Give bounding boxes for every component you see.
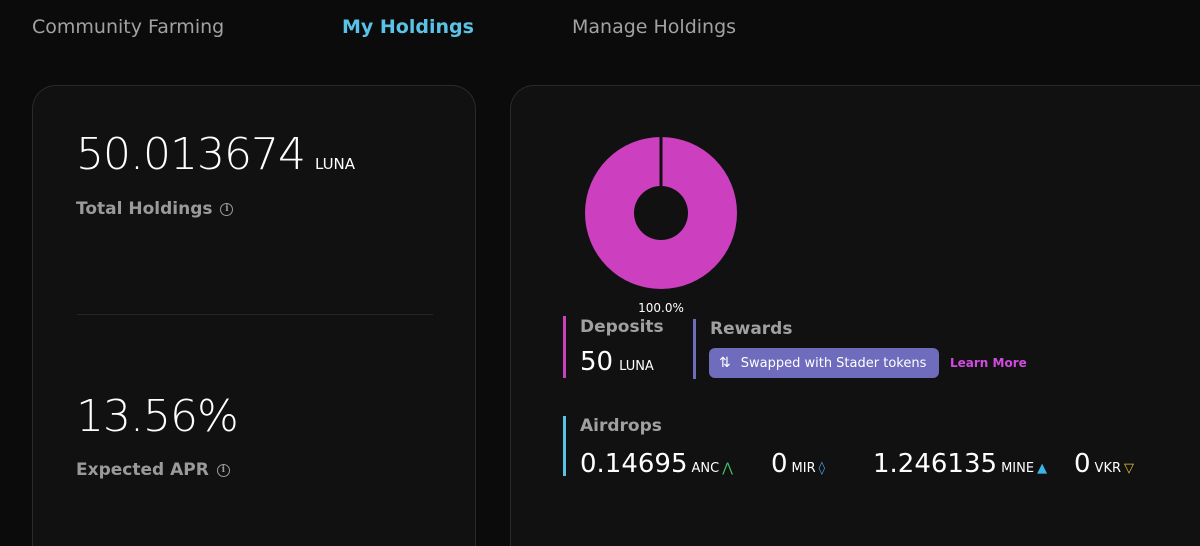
expected-apr-text: Expected APR [76,460,209,480]
anc-icon: ⋀ [722,461,733,476]
swap-label: Swapped with Stader tokens [740,355,927,371]
airdrop-vkr-value: 0 [1074,449,1091,479]
total-holdings-unit: LUNA [314,155,356,173]
divider [77,314,433,315]
rewards-accent-bar [693,319,696,379]
airdrop-mine-unit: MINE [1001,461,1035,476]
airdrop-anc: 0.14695 ANC ⋀ [580,449,733,479]
total-holdings-number: 50.013674 [76,129,306,180]
deposits-title: Deposits [580,317,664,337]
airdrop-vkr-unit: VKR [1094,461,1121,476]
total-holdings-value: 50.013674 LUNA [76,129,355,180]
holdings-detail-card: 100.0% Deposits 50 LUNA Rewards ⇅ Swapped… [510,85,1200,546]
airdrop-mir-unit: MIR [791,461,816,476]
deposits-value: 50 LUNA [580,347,654,377]
airdrop-mine-value: 1.246135 [873,449,998,479]
mine-icon: ▲ [1037,461,1048,476]
airdrop-mine: 1.246135 MINE ▲ [873,449,1047,479]
swap-arrows-icon: ⇅ [719,355,731,371]
holdings-summary-card: 50.013674 LUNA Total Holdings i 13.56% Exp… [32,85,476,546]
total-holdings-label: Total Holdings i [76,199,234,219]
tab-bar: Community Farming My Holdings Manage Hol… [0,0,1200,60]
deposits-number: 50 [580,347,614,377]
mir-icon: ◊ [818,461,826,476]
total-holdings-text: Total Holdings [76,199,213,219]
donut-svg [585,137,737,289]
info-icon[interactable]: i [220,202,234,216]
airdrop-mir: 0 MIR ◊ [771,449,825,479]
swapped-stader-badge[interactable]: ⇅ Swapped with Stader tokens [709,348,939,378]
holdings-donut-chart: 100.0% [585,137,737,315]
airdrops-title: Airdrops [580,416,662,436]
learn-more-link[interactable]: Learn More [950,356,1027,370]
tab-manage-holdings[interactable]: Manage Holdings [572,16,736,38]
vkr-icon: ▽ [1124,461,1134,476]
expected-apr-value: 13.56% [76,391,239,442]
deposits-accent-bar [563,316,566,378]
airdrop-mir-value: 0 [771,449,788,479]
deposits-unit: LUNA [619,359,654,374]
airdrop-vkr: 0 VKR ▽ [1074,449,1134,479]
tab-community-farming[interactable]: Community Farming [32,16,224,38]
airdrop-anc-value: 0.14695 [580,449,688,479]
tab-my-holdings[interactable]: My Holdings [342,16,474,38]
airdrops-accent-bar [563,416,566,476]
expected-apr-label: Expected APR i [76,460,230,480]
rewards-title: Rewards [710,319,793,339]
donut-hole [634,186,688,240]
airdrop-anc-unit: ANC [691,461,720,476]
donut-percent-label: 100.0% [638,301,684,315]
info-icon[interactable]: i [216,463,230,477]
